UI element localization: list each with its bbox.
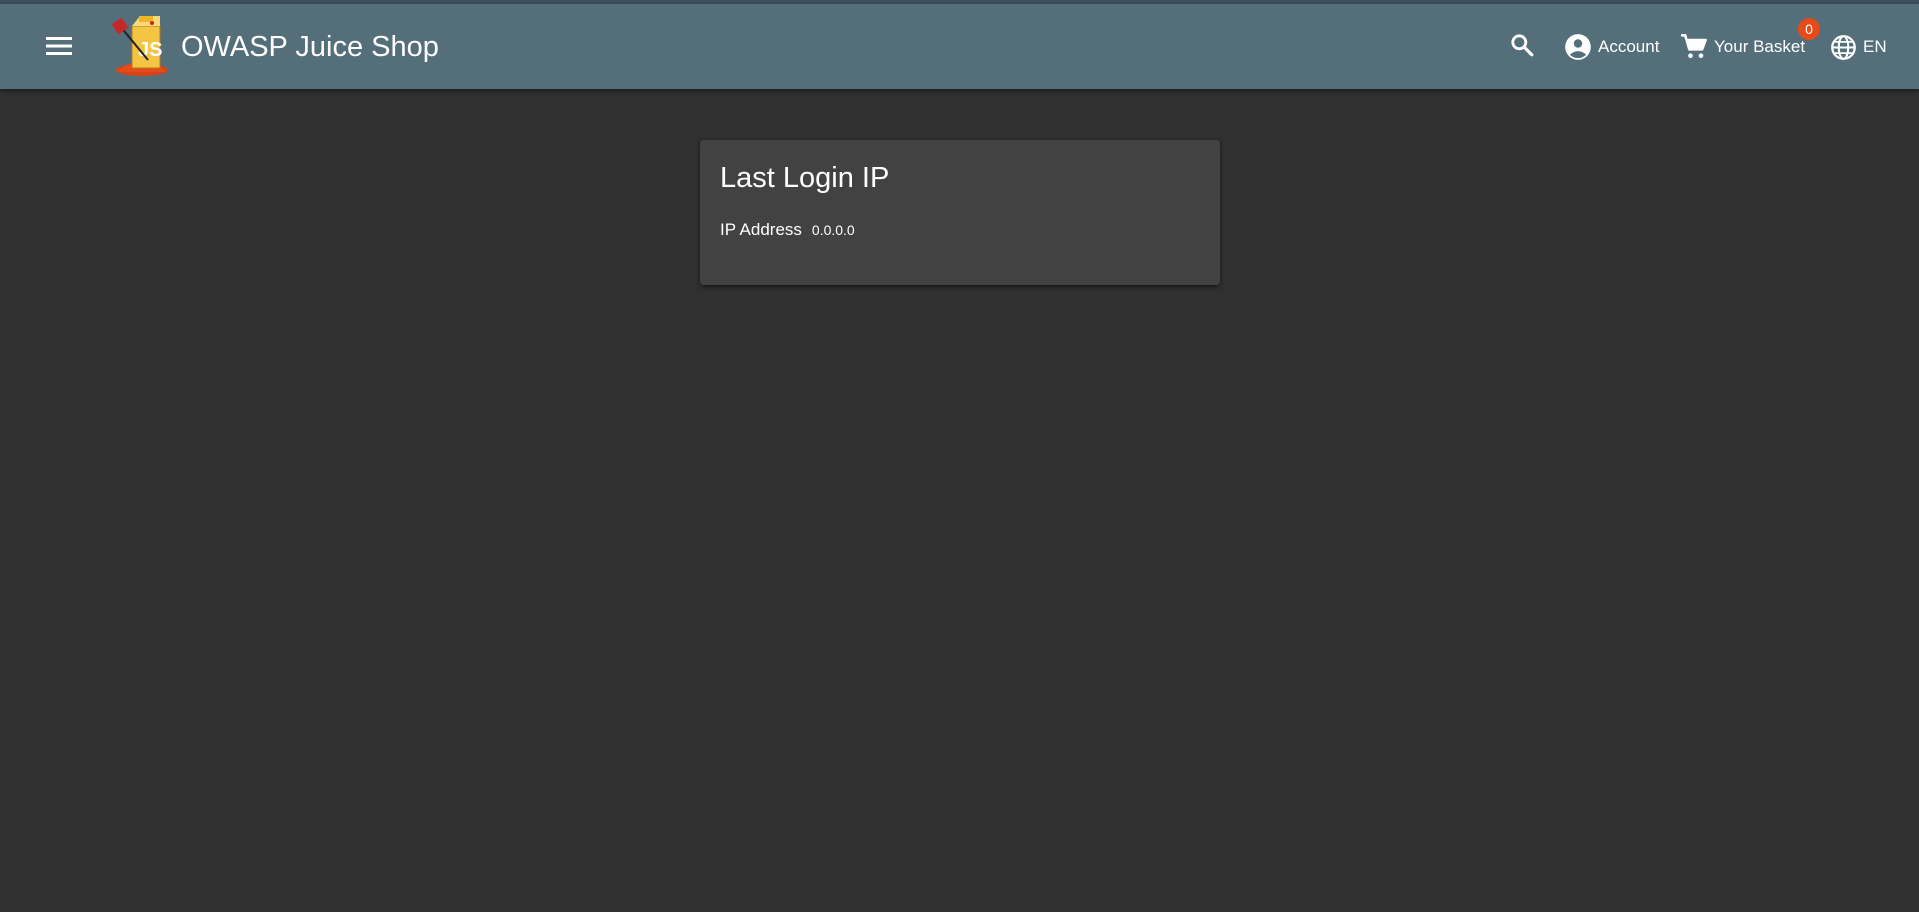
shopping-cart-icon [1680,33,1708,61]
juice-shop-logo[interactable]: JS [108,12,174,78]
ip-address-label: IP Address [720,220,802,239]
language-label: EN [1863,37,1887,56]
navbar: JS OWASP Juice Shop Account Your Basket … [0,4,1919,89]
menu-icon [46,36,72,61]
search-button[interactable] [1502,27,1542,67]
search-icon [1509,32,1535,63]
ip-address-value: 0.0.0.0 [811,222,855,238]
card-title: Last Login IP [720,162,890,194]
basket-count-badge: 0 [1798,18,1820,40]
svg-text:JS: JS [138,39,162,61]
account-label: Account [1598,37,1660,56]
basket-button[interactable]: Your Basket [1680,27,1805,67]
app-title[interactable]: OWASP Juice Shop [181,28,439,66]
basket-label: Your Basket [1714,37,1806,56]
last-login-ip-card: Last Login IP IP Address 0.0.0.0 [700,140,1220,285]
account-circle-icon [1564,33,1592,61]
account-button[interactable]: Account [1564,27,1659,67]
ip-address-row: IP Address 0.0.0.0 [720,220,1200,240]
sidenav-toggle-button[interactable] [37,26,81,70]
language-button[interactable]: EN [1830,27,1887,67]
globe-icon [1830,34,1857,61]
